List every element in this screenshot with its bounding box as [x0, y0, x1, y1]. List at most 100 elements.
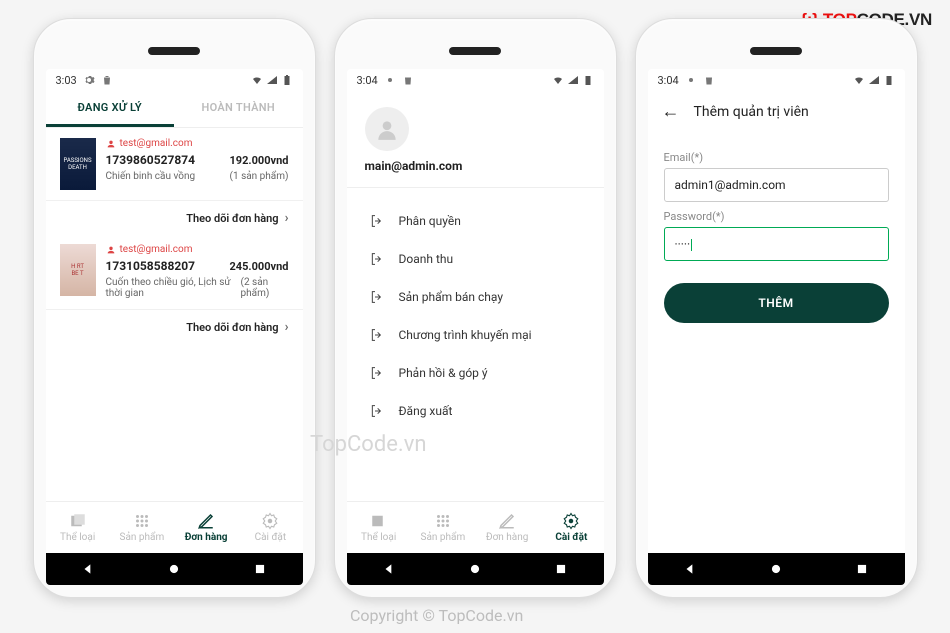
android-nav-bar: [648, 553, 905, 585]
wifi-icon: [251, 74, 263, 86]
gear-icon: [83, 74, 95, 86]
back-button[interactable]: [683, 562, 697, 576]
order-id: 1731058588207: [106, 259, 196, 273]
password-field[interactable]: ·····: [664, 227, 889, 261]
home-button[interactable]: [167, 562, 181, 576]
categories-icon: [69, 512, 87, 530]
chevron-right-icon: ›: [285, 320, 289, 335]
user-icon: [106, 139, 116, 149]
order-id: 1739860527874: [106, 153, 196, 167]
recents-button[interactable]: [554, 562, 568, 576]
home-button[interactable]: [769, 562, 783, 576]
gear-icon: [562, 512, 580, 530]
recents-button[interactable]: [855, 562, 869, 576]
menu-promotions[interactable]: Chương trình khuyến mại: [347, 316, 604, 354]
product-thumbnail: H RTBE T: [60, 244, 96, 296]
user-icon: [106, 245, 116, 255]
categories-icon: [370, 512, 388, 530]
product-thumbnail: PASSIONSDEATH: [60, 138, 96, 190]
order-count: (2 sản phẩm): [241, 277, 289, 299]
tab-completed[interactable]: HOÀN THÀNH: [174, 91, 303, 127]
track-order-link[interactable]: Theo dõi đơn hàng ›: [46, 201, 303, 234]
order-desc: Cuốn theo chiều gió, Lịch sử thời gian: [106, 277, 241, 299]
signal-icon: [868, 74, 880, 86]
watermark: TopCode.vn: [310, 432, 427, 457]
edit-icon: [498, 512, 516, 530]
signal-icon: [567, 74, 579, 86]
back-arrow-icon[interactable]: ←: [662, 103, 680, 121]
password-label: Password(*): [664, 210, 889, 223]
nav-settings[interactable]: Cài đặt: [539, 502, 603, 553]
nav-orders[interactable]: Đơn hàng: [174, 502, 238, 553]
nav-products[interactable]: Sản phẩm: [110, 502, 174, 553]
gear-icon: [685, 74, 697, 86]
order-email: test@gmail.com: [120, 138, 193, 149]
wifi-icon: [853, 74, 865, 86]
status-bar: 3:04: [347, 69, 604, 91]
signal-icon: [266, 74, 278, 86]
page-title: Thêm quản trị viên: [694, 104, 809, 120]
menu-logout[interactable]: Đăng xuất: [347, 392, 604, 430]
menu-feedback[interactable]: Phản hồi & góp ý: [347, 354, 604, 392]
android-nav-bar: [46, 553, 303, 585]
exit-icon: [369, 251, 385, 267]
tab-processing[interactable]: ĐANG XỬ LÝ: [46, 91, 175, 127]
order-price: 245.000vnd: [230, 260, 289, 273]
home-button[interactable]: [468, 562, 482, 576]
track-order-link[interactable]: Theo dõi đơn hàng ›: [46, 310, 303, 343]
gear-icon: [384, 74, 396, 86]
grid-icon: [434, 512, 452, 530]
status-time: 3:04: [357, 74, 378, 87]
trash-icon: [402, 74, 414, 86]
android-nav-bar: [347, 553, 604, 585]
nav-settings[interactable]: Cài đặt: [238, 502, 302, 553]
phone-mockup-2: 3:04 main@admin.com Phân quyền: [334, 18, 617, 598]
nav-categories[interactable]: Thể loại: [46, 502, 110, 553]
nav-categories[interactable]: Thể loại: [347, 502, 411, 553]
edit-icon: [197, 512, 215, 530]
menu-bestsellers[interactable]: Sản phẩm bán chạy: [347, 278, 604, 316]
menu-permissions[interactable]: Phân quyền: [347, 202, 604, 240]
phone-mockup-1: 3:03 ĐANG XỬ LÝ HOÀN THÀNH PASSIONSDEATH: [33, 18, 316, 598]
gear-icon: [261, 512, 279, 530]
phone-mockup-3: 3:04 ← Thêm quản trị viên Email(*) admin…: [635, 18, 918, 598]
grid-icon: [133, 512, 151, 530]
menu-revenue[interactable]: Doanh thu: [347, 240, 604, 278]
phone-speaker: [750, 47, 802, 55]
trash-icon: [703, 74, 715, 86]
order-price: 192.000vnd: [230, 154, 289, 167]
status-bar: 3:04: [648, 69, 905, 91]
order-email: test@gmail.com: [120, 244, 193, 255]
phone-speaker: [449, 47, 501, 55]
status-time: 3:03: [56, 74, 77, 87]
chevron-right-icon: ›: [285, 211, 289, 226]
copyright: Copyright © TopCode.vn: [350, 606, 523, 625]
nav-orders[interactable]: Đơn hàng: [475, 502, 539, 553]
recents-button[interactable]: [253, 562, 267, 576]
battery-icon: [582, 74, 594, 86]
email-field[interactable]: admin1@admin.com: [664, 168, 889, 202]
exit-icon: [369, 289, 385, 305]
nav-products[interactable]: Sản phẩm: [411, 502, 475, 553]
back-button[interactable]: [81, 562, 95, 576]
exit-icon: [369, 327, 385, 343]
battery-icon: [883, 74, 895, 86]
avatar: [365, 107, 409, 151]
order-desc: Chiến binh cầu vồng: [106, 171, 196, 182]
email-label: Email(*): [664, 151, 889, 164]
order-item[interactable]: PASSIONSDEATH test@gmail.com 17398605278…: [46, 128, 303, 201]
status-bar: 3:03: [46, 69, 303, 91]
back-button[interactable]: [382, 562, 396, 576]
add-button[interactable]: THÊM: [664, 283, 889, 323]
status-time: 3:04: [658, 74, 679, 87]
order-count: (1 sản phẩm): [230, 171, 289, 182]
phone-speaker: [148, 47, 200, 55]
exit-icon: [369, 213, 385, 229]
trash-icon: [101, 74, 113, 86]
order-item[interactable]: H RTBE T test@gmail.com 1731058588207 24…: [46, 234, 303, 310]
battery-icon: [281, 74, 293, 86]
admin-email: main@admin.com: [365, 159, 586, 173]
exit-icon: [369, 365, 385, 381]
wifi-icon: [552, 74, 564, 86]
exit-icon: [369, 403, 385, 419]
